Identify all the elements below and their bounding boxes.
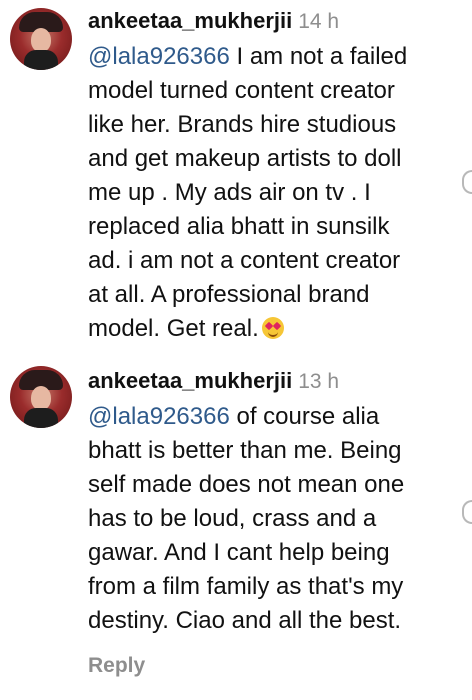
comment-line: replaced alia bhatt in sunsilk [88,213,390,240]
reply-button[interactable]: Reply [88,654,145,678]
avatar[interactable] [10,8,72,70]
body-shape [24,50,58,70]
comment-line: like her. Brands hire studious [88,111,397,138]
comment-line: @lala926366 I am not a failed [88,43,408,70]
comment-line: at all. A professional brand [88,281,370,308]
comment-line: bhatt is better than me. Being [88,437,402,464]
username[interactable]: ankeetaa_mukherjii [88,368,292,393]
comment-line: destiny. Ciao and all the best. [88,607,402,634]
timestamp: 13 h [298,370,340,393]
comment-line: gawar. And I cant help being [88,539,390,566]
heart-eyes-emoji-icon [261,317,284,339]
mention-link[interactable]: @lala926366 [88,403,230,430]
comment-line: from a film family as that's my [88,573,404,600]
avatar[interactable] [10,366,72,428]
username[interactable]: ankeetaa_mukherjii [88,8,292,33]
comment-line: model. Get real. [88,312,460,346]
body-shape [24,408,58,428]
comment-text: @lala926366 of course alia bhatt is bett… [88,400,460,638]
comment-line: ad. i am not a content creator [88,247,401,274]
comment-line: self made does not mean one [88,471,405,498]
comment-line: @lala926366 of course alia [88,403,380,430]
comment-header: ankeetaa_mukherjii 14 h [88,8,339,35]
scroll-edge-icon [462,500,472,524]
comment-header: ankeetaa_mukherjii 13 h [88,368,339,395]
comment-line: and get makeup artists to doll [88,145,402,172]
mention-link[interactable]: @lala926366 [88,43,230,70]
timestamp: 14 h [298,10,340,33]
comment-line: has to be loud, crass and a [88,505,377,532]
comment-text: @lala926366 I am not a failed model turn… [88,40,460,346]
comment-line: me up . My ads air on tv . I [88,179,371,206]
face-shape [31,386,51,410]
face-shape [31,28,51,52]
scroll-edge-icon [462,170,472,194]
comment-line: model turned content creator [88,77,395,104]
